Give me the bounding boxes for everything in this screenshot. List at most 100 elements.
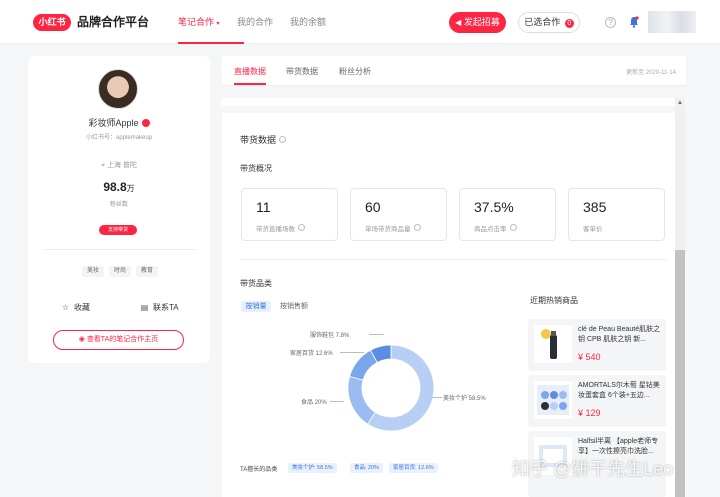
data-tabs: 直播数据 带货数据 粉丝分析 更新至 2020-11-14 bbox=[222, 56, 686, 86]
category-tag: 教育 bbox=[136, 266, 159, 277]
stat-label-row: 商品点击率 bbox=[474, 223, 517, 233]
stat-value: 37.5% bbox=[474, 199, 514, 215]
nav-item-my-coop[interactable]: 我的合作 bbox=[237, 16, 273, 28]
user-avatar-blurred[interactable] bbox=[648, 11, 696, 33]
leader-line bbox=[432, 397, 442, 398]
slice-label: 美妆个护 58.5% bbox=[443, 396, 486, 402]
stat-label: 客单价 bbox=[583, 226, 603, 233]
profile-location-row: ⌖ 上海 普陀 bbox=[28, 160, 210, 170]
makeup-sponge-box-icon bbox=[534, 381, 572, 419]
ta-category-chip: 食品: 20% bbox=[350, 463, 384, 473]
sales-data-panel: 带货数据 带货概况 11 带货直播场数 60 单场带货商品量 37.5% 商品点… bbox=[222, 113, 675, 497]
chat-icon: ▤ bbox=[140, 303, 149, 312]
fans-unit: 万 bbox=[126, 184, 135, 193]
nav-active-indicator bbox=[178, 42, 244, 44]
leader-line bbox=[340, 352, 364, 353]
nav-item-balance[interactable]: 我的余额 bbox=[290, 16, 326, 28]
hot-item-name: Halfsil半离 【apple老师专享】一次性擦亮巾洗脸... bbox=[578, 438, 659, 455]
selected-coop-label: 已选合作 bbox=[524, 17, 561, 27]
publish-recruit-label: 发起招募 bbox=[463, 17, 500, 27]
profile-location: 上海 普陀 bbox=[106, 162, 137, 169]
stat-card: 37.5% 商品点击率 bbox=[459, 188, 556, 241]
tab-live-data[interactable]: 直播数据 bbox=[234, 66, 266, 77]
sales-title-row: 带货数据 bbox=[240, 133, 287, 146]
hot-item-price: ¥ 540 bbox=[578, 352, 601, 362]
favorite-button[interactable]: ☆ 收藏 bbox=[61, 302, 90, 313]
category-tag: 时尚 bbox=[109, 266, 132, 277]
notes-homepage-label: 查看TA的笔记合作主页 bbox=[86, 336, 159, 343]
fans-label: 粉丝数 bbox=[109, 202, 128, 208]
sales-overview-title: 带货概况 bbox=[240, 164, 272, 173]
profile-card: 彩妆师Apple 小红书号：applemakeup ⌖ 上海 普陀 98.8万 … bbox=[28, 56, 210, 363]
scrollbar-thumb[interactable] bbox=[675, 250, 685, 497]
info-icon[interactable] bbox=[509, 224, 517, 231]
leader-line bbox=[369, 334, 384, 335]
brand-title: 品牌合作平台 bbox=[77, 15, 150, 29]
profile-id: 小红书号：applemakeup bbox=[85, 135, 153, 141]
help-icon[interactable]: ? bbox=[605, 17, 616, 28]
scroll-up-arrow-icon[interactable]: ▲ bbox=[675, 98, 685, 108]
category-tag: 美妆 bbox=[82, 266, 105, 277]
tab-sales-data[interactable]: 带货数据 bbox=[286, 66, 318, 77]
stat-label: 带货直播场数 bbox=[256, 226, 295, 233]
watermark: 知乎 @饼干先生Leo bbox=[512, 459, 674, 479]
divider bbox=[240, 259, 667, 260]
hot-item-price: ¥ 129 bbox=[578, 408, 601, 418]
hot-item[interactable]: clé de Peau Beauté肌肤之钥 CPB 肌肤之钥 新... ¥ 5… bbox=[528, 319, 666, 371]
stat-label-row: 客单价 bbox=[583, 223, 603, 233]
divider bbox=[42, 249, 196, 250]
nav-item-notes-coop[interactable]: 笔记合作 ▾ bbox=[178, 16, 220, 30]
fans-value: 98.8 bbox=[103, 180, 127, 194]
stat-card: 385 客单价 bbox=[568, 188, 665, 241]
tab-active-indicator bbox=[234, 83, 266, 85]
ta-category-chip: 美妆个护: 58.5% bbox=[288, 463, 337, 473]
stat-label: 单场带货商品量 bbox=[365, 226, 411, 233]
publish-recruit-button[interactable]: ◀ 发起招募 bbox=[449, 12, 506, 33]
update-time: 更新至 2020-11-14 bbox=[626, 70, 676, 76]
contact-button[interactable]: ▤ 联系TA bbox=[140, 302, 179, 313]
megaphone-icon: ◀ bbox=[455, 18, 462, 27]
contact-label: 联系TA bbox=[153, 303, 179, 312]
stat-value: 60 bbox=[365, 199, 381, 215]
stat-label-row: 单场带货商品量 bbox=[365, 223, 421, 233]
top-nav: 小红书 品牌合作平台 笔记合作 ▾ 我的合作 我的余额 ◀ 发起招募 已选合作 … bbox=[0, 0, 720, 44]
content-top-strip bbox=[222, 98, 686, 106]
bell-icon[interactable] bbox=[629, 16, 639, 28]
selected-coop-button[interactable]: 已选合作 0 bbox=[518, 12, 580, 33]
profile-name-row: 彩妆师Apple bbox=[28, 116, 210, 129]
avatar bbox=[98, 69, 138, 109]
segment-by-amount[interactable]: 按销售额 bbox=[280, 301, 308, 312]
ta-category-label: TA擅长的品类 bbox=[240, 467, 278, 473]
brand-logo[interactable]: 小红书 bbox=[33, 14, 71, 31]
support-sales-badge: 支持带货 bbox=[99, 225, 137, 235]
donut-slice-1[interactable] bbox=[347, 375, 376, 425]
selected-count-badge: 0 bbox=[564, 19, 574, 28]
eye-icon: ◉ bbox=[78, 336, 85, 343]
favorite-label: 收藏 bbox=[74, 303, 90, 312]
hot-item[interactable]: AMORTALS尔木萄 星钻美妆蛋套盒 6个装+五边... ¥ 129 bbox=[528, 375, 666, 427]
category-title: 带货品类 bbox=[240, 279, 272, 288]
stat-label-row: 带货直播场数 bbox=[256, 223, 305, 233]
notes-homepage-button[interactable]: ◉ 查看TA的笔记合作主页 bbox=[53, 330, 184, 350]
segment-by-volume[interactable]: 按销量 bbox=[241, 301, 271, 312]
leader-line bbox=[330, 401, 344, 402]
info-icon[interactable] bbox=[298, 224, 305, 231]
stat-card: 11 带货直播场数 bbox=[241, 188, 338, 241]
tab-fans-analysis[interactable]: 粉丝分析 bbox=[339, 66, 371, 77]
category-donut-chart bbox=[347, 344, 435, 432]
serum-bottle-icon bbox=[534, 325, 572, 363]
info-icon[interactable] bbox=[413, 224, 421, 231]
fans-count: 98.8万 bbox=[28, 180, 210, 194]
slice-label: 食品 20% bbox=[301, 400, 327, 406]
stat-card: 60 单场带货商品量 bbox=[350, 188, 447, 241]
sales-title: 带货数据 bbox=[240, 135, 277, 145]
info-icon[interactable] bbox=[279, 136, 287, 143]
nav-item-label: 笔记合作 bbox=[178, 17, 215, 27]
hot-item-name: clé de Peau Beauté肌肤之钥 CPB 肌肤之钥 新... bbox=[578, 326, 661, 343]
star-icon: ☆ bbox=[61, 303, 70, 312]
location-pin-icon: ⌖ bbox=[101, 162, 106, 169]
stat-value: 11 bbox=[256, 199, 271, 215]
verified-icon bbox=[141, 119, 150, 127]
slice-label: 家居百货 12.6% bbox=[290, 351, 333, 357]
hot-items-title: 近期热销商品 bbox=[530, 296, 578, 305]
